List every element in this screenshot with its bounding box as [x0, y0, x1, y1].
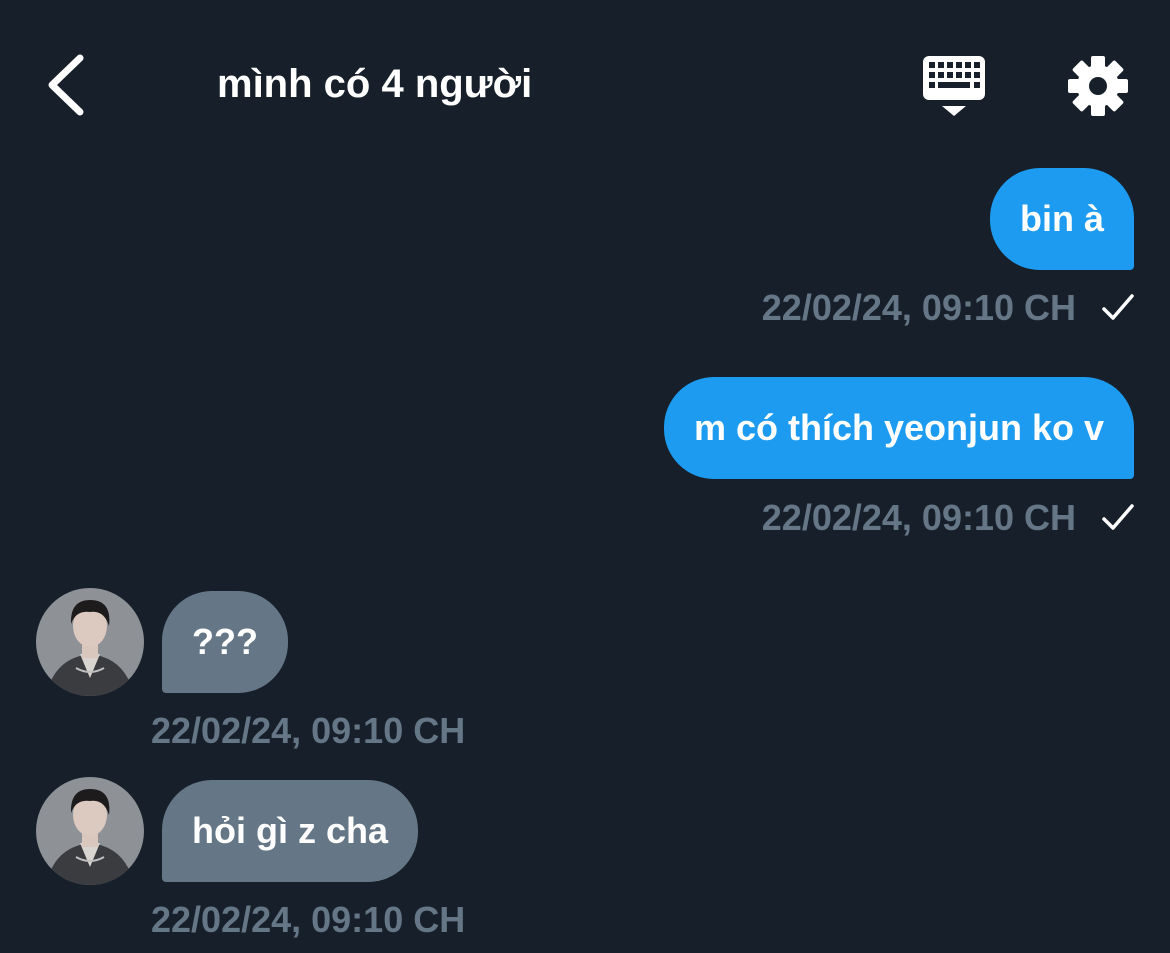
message-bubble-received[interactable]: ??? — [162, 591, 288, 693]
conversation-title[interactable]: mình có 4 người — [217, 58, 532, 110]
avatar-image — [36, 777, 144, 885]
message-bubble-sent[interactable]: m có thích yeonjun ko v — [663, 377, 1134, 479]
avatar[interactable] — [36, 588, 144, 696]
message-timestamp: 22/02/24, 09:10 CH — [151, 899, 466, 940]
gear-icon — [1068, 56, 1128, 116]
message-timestamp: 22/02/24, 09:10 CH — [151, 710, 466, 751]
settings-button[interactable] — [1064, 52, 1132, 120]
checkmark-icon — [1102, 504, 1134, 530]
keyboard-button[interactable] — [920, 52, 988, 120]
chevron-left-icon — [48, 54, 84, 116]
message-timestamp: 22/02/24, 09:10 CH — [761, 497, 1076, 538]
avatar[interactable] — [36, 777, 144, 885]
checkmark-icon — [1102, 294, 1134, 320]
message-timestamp: 22/02/24, 09:10 CH — [761, 287, 1076, 328]
message-bubble-received[interactable]: hỏi gì z cha — [162, 780, 419, 882]
message-bubble-sent[interactable]: bin à — [989, 168, 1134, 270]
dm-conversation-screen: mình có 4 người bin à 22/02/24, 09:10 CH… — [0, 0, 1170, 953]
back-button[interactable] — [40, 50, 100, 120]
avatar-image — [36, 588, 144, 696]
keyboard-icon — [923, 56, 985, 116]
